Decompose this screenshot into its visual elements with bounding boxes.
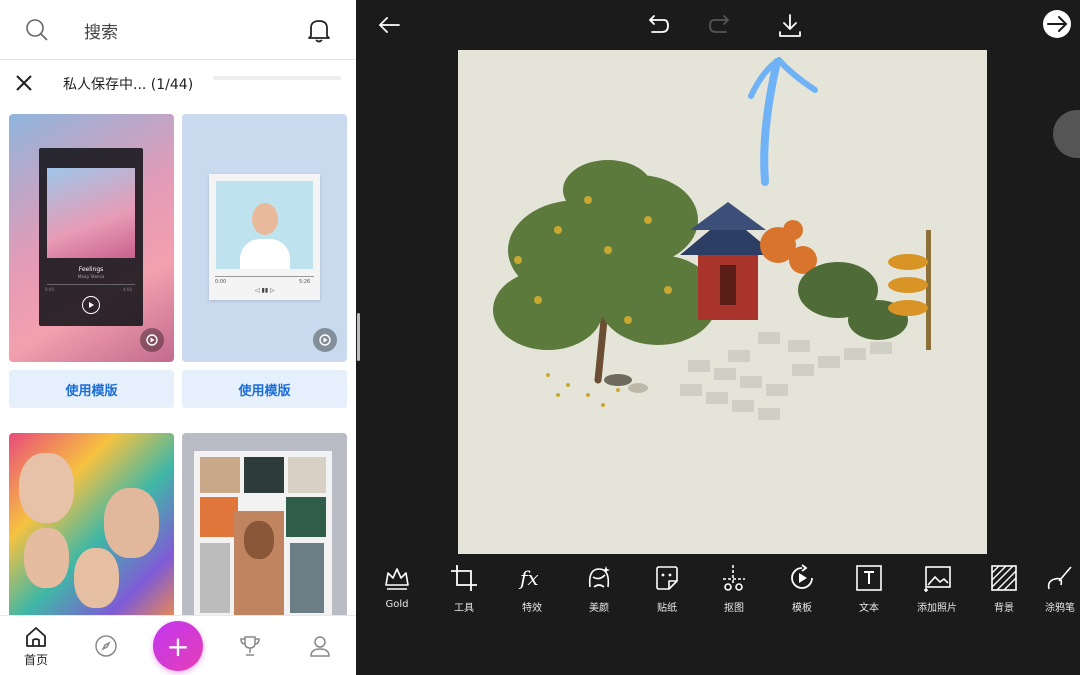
- tool-label: 添加照片: [917, 603, 957, 614]
- template-card-polaroid[interactable]: 0:00 5:26 ◁ ▮▮ ▷: [182, 114, 347, 362]
- portrait-face: [74, 548, 119, 608]
- bell-icon[interactable]: [307, 17, 331, 43]
- saving-status-text: 私人保存中... (1/44): [63, 77, 194, 93]
- nav-discover[interactable]: [92, 616, 120, 675]
- photo-editor: Gold 工具 fx 特效 美颜 贴纸 抠图 模板 文本 添加照片 背景 涂鸦笔: [363, 0, 1080, 675]
- background-icon: [991, 565, 1017, 591]
- polaroid-frame: 0:00 5:26 ◁ ▮▮ ▷: [209, 174, 320, 300]
- nav-home[interactable]: 首页: [18, 616, 54, 675]
- tool-label: 涂鸦笔: [1045, 603, 1075, 614]
- use-template-button[interactable]: 使用模版: [9, 370, 174, 408]
- draw-icon: [1047, 566, 1072, 590]
- redo-icon[interactable]: [709, 12, 735, 38]
- song-progress-track: [47, 284, 135, 285]
- template-icon: [791, 564, 813, 589]
- tool-effects[interactable]: fx 特效: [502, 563, 562, 617]
- album-art: [47, 168, 135, 258]
- create-plus-button[interactable]: +: [153, 621, 203, 671]
- download-icon[interactable]: [777, 12, 803, 38]
- play-icon: [82, 296, 100, 314]
- song-artist: Maisy Stenco: [77, 274, 105, 279]
- polaroid-photo: [216, 181, 313, 269]
- template-browser-panel: 搜索 私人保存中... (1/44) Feelings Maisy Stenco…: [0, 0, 356, 675]
- music-player-frame: Feelings Maisy Stenco 0:00 4:00: [39, 148, 143, 326]
- profile-icon: [310, 636, 330, 657]
- back-arrow-icon[interactable]: [376, 12, 402, 38]
- tool-label: 工具: [454, 603, 474, 614]
- tool-tools[interactable]: 工具: [434, 563, 494, 617]
- tool-draw[interactable]: 涂鸦笔: [1040, 563, 1080, 617]
- polaroid-time-end: 5:26: [299, 279, 311, 285]
- home-icon: [26, 626, 46, 647]
- tool-label: 模板: [792, 603, 812, 614]
- tool-text[interactable]: 文本: [839, 563, 899, 617]
- cutout-icon: [723, 565, 745, 591]
- portrait-face: [104, 488, 159, 558]
- isometric-garden-illustration: [493, 160, 931, 420]
- editor-toolbar: Gold 工具 fx 特效 美颜 贴纸 抠图 模板 文本 添加照片 背景 涂鸦笔: [363, 555, 1080, 622]
- polaroid-time-start: 0:00: [215, 279, 227, 285]
- editor-canvas[interactable]: [458, 50, 987, 554]
- next-button[interactable]: [1043, 10, 1071, 38]
- tool-label: 背景: [994, 603, 1014, 614]
- tool-label: 美颜: [589, 603, 609, 614]
- replay-icon[interactable]: [313, 328, 337, 352]
- nav-home-label: 首页: [23, 652, 48, 667]
- bottom-navigation: 首页 +: [0, 615, 356, 675]
- use-template-button[interactable]: 使用模版: [182, 370, 347, 408]
- tool-gold[interactable]: Gold: [367, 563, 427, 617]
- text-icon: [856, 565, 882, 591]
- nav-challenges[interactable]: [236, 616, 264, 675]
- trophy-icon: [240, 636, 260, 656]
- crop-icon: [451, 565, 477, 591]
- search-icon[interactable]: [25, 18, 49, 42]
- tool-template[interactable]: 模板: [772, 563, 832, 617]
- tool-background[interactable]: 背景: [974, 563, 1034, 617]
- editor-topbar: [363, 0, 1080, 50]
- fx-icon: fx: [518, 566, 539, 590]
- template-card-collage[interactable]: [182, 433, 347, 623]
- undo-icon[interactable]: [643, 12, 669, 38]
- tool-label: Gold: [385, 599, 409, 610]
- polaroid-controls-icon: ◁ ▮▮ ▷: [255, 287, 275, 294]
- annotation-arrow: [748, 57, 818, 186]
- portrait-face: [19, 453, 74, 523]
- template-card-psychedelic[interactable]: [9, 433, 174, 623]
- add-photo-icon: [924, 566, 951, 592]
- song-title: Feelings: [78, 266, 104, 273]
- tool-sticker[interactable]: 贴纸: [637, 563, 697, 617]
- svg-text:fx: fx: [518, 566, 539, 590]
- compass-icon: [95, 635, 117, 657]
- sticker-icon: [656, 566, 678, 590]
- song-time-end: 4:00: [123, 287, 132, 292]
- template-card-music-player[interactable]: Feelings Maisy Stenco 0:00 4:00: [9, 114, 174, 362]
- next-arrow-icon: [1047, 16, 1068, 32]
- polaroid-progress-track: [215, 276, 314, 277]
- tool-beauty[interactable]: 美颜: [569, 563, 629, 617]
- saving-progress-bar: [213, 76, 341, 80]
- nav-profile[interactable]: [306, 616, 334, 675]
- split-view-handle[interactable]: [357, 313, 360, 361]
- saving-status-bar: 私人保存中... (1/44): [0, 60, 356, 106]
- editor-bottom-area: [363, 622, 1080, 675]
- plus-icon: +: [166, 629, 190, 663]
- search-bar[interactable]: 搜索: [0, 0, 356, 60]
- portrait-face: [24, 528, 69, 588]
- song-time-start: 0:00: [45, 287, 54, 292]
- tool-label: 抠图: [724, 603, 744, 614]
- search-input[interactable]: 搜索: [84, 18, 118, 43]
- tool-cutout[interactable]: 抠图: [704, 563, 764, 617]
- tool-label: 贴纸: [657, 603, 677, 614]
- beauty-icon: [588, 566, 610, 588]
- crown-icon: [385, 568, 409, 590]
- replay-icon[interactable]: [140, 328, 164, 352]
- close-icon[interactable]: [14, 73, 34, 93]
- tool-label: 特效: [522, 603, 542, 614]
- floating-side-button[interactable]: [1053, 110, 1080, 158]
- tool-label: 文本: [859, 603, 879, 614]
- tool-add-photo[interactable]: 添加照片: [907, 563, 967, 617]
- collage-board: [194, 451, 332, 623]
